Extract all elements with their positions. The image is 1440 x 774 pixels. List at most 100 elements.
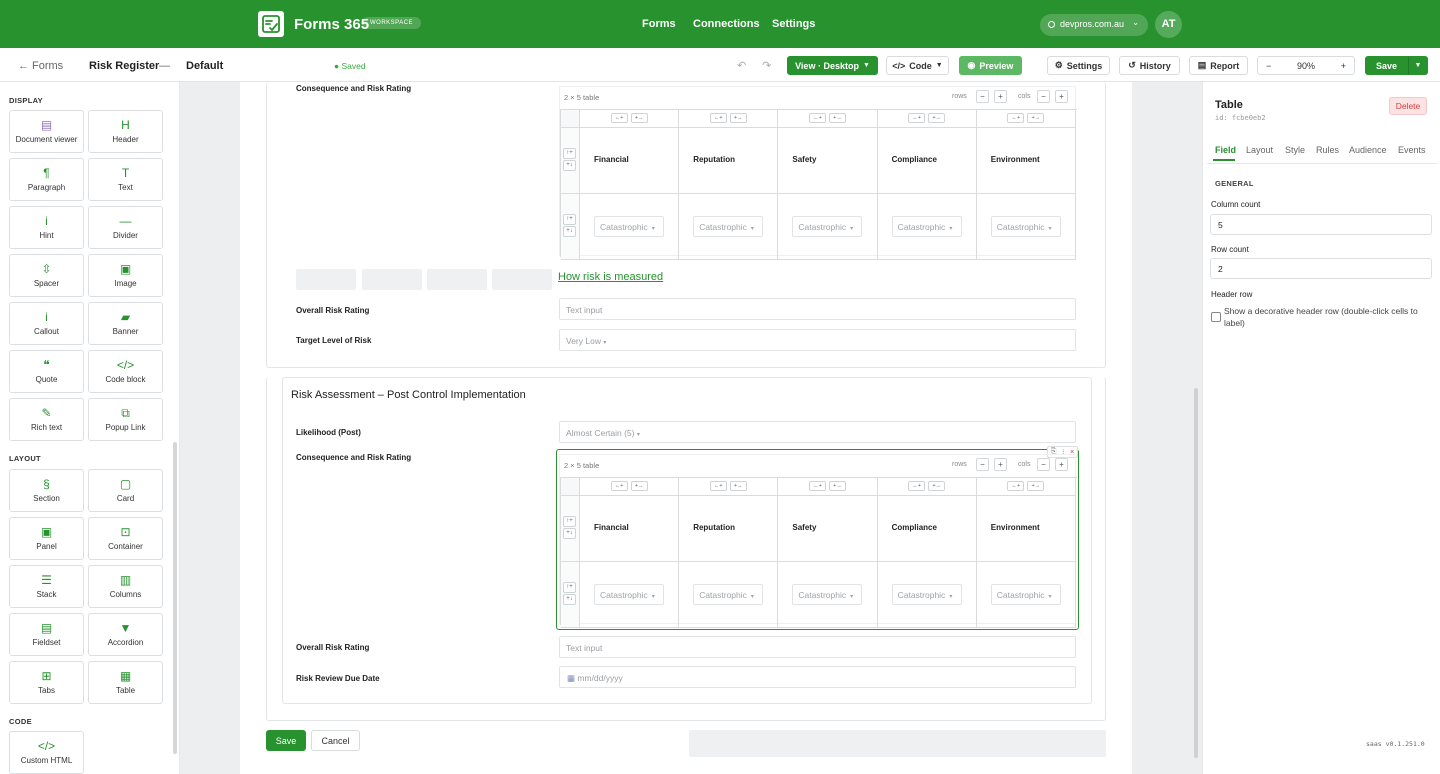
move-column-right-button[interactable]: +→ [928,113,946,123]
header-row-checkbox-label: Show a decorative header row (double-cli… [1224,306,1418,328]
move-column-left-button[interactable]: ←+ [908,113,926,123]
move-column-right-button[interactable]: +→ [1027,113,1045,123]
palette-item-header[interactable]: H Header [88,110,163,153]
sidebar-scrollbar[interactable] [173,442,177,754]
table-data-cell: Catastrophic ▾ [877,194,977,260]
nav-forms[interactable]: Forms [642,18,676,30]
save-button[interactable]: Save [1365,56,1408,75]
header-row-checkbox[interactable] [1211,312,1221,322]
preview-button[interactable]: ◉ Preview [959,56,1022,75]
app-logo-icon[interactable] [258,11,284,37]
rating-select[interactable]: Catastrophic ▾ [891,216,962,237]
delete-button[interactable]: Delete [1389,97,1427,115]
history-button[interactable]: ↺ History [1119,56,1180,75]
tab-style[interactable]: Style [1285,145,1305,155]
add-row-above-button[interactable]: ↑+ [563,214,576,225]
nav-connections[interactable]: Connections [693,18,760,30]
back-to-forms-link[interactable]: Forms [32,60,63,72]
palette-item-popup-link[interactable]: ⧉ Popup Link [88,398,163,441]
back-arrow-icon[interactable]: ← [18,60,29,72]
rating-select[interactable]: Catastrophic ▾ [990,216,1061,237]
move-column-right-button[interactable]: +→ [828,113,846,123]
zoom-in-button[interactable]: + [1341,61,1346,71]
add-row-below-button[interactable]: +↓ [563,226,576,237]
palette-item-section[interactable]: § Section [9,469,84,512]
rating-select[interactable]: Catastrophic ▾ [792,216,863,237]
add-row-button[interactable]: + [994,90,1007,103]
palette-item-card[interactable]: ▢ Card [88,469,163,512]
palette-item-hint[interactable]: i Hint [9,206,84,249]
zoom-out-button[interactable]: − [1266,61,1271,71]
row-count-input[interactable]: 2 [1210,258,1432,279]
palette-item-stack[interactable]: ☰ Stack [9,565,84,608]
tab-events[interactable]: Events [1398,145,1426,155]
palette-item-code-block[interactable]: </> Code block [88,350,163,393]
form-save-button[interactable]: Save [266,730,306,751]
palette-item-banner[interactable]: ▰ Banner [88,302,163,345]
move-column-right-button[interactable]: +→ [630,113,648,123]
palette-item-image[interactable]: ▣ Image [88,254,163,297]
view-desktop-button[interactable]: View · Desktop ▼ [787,56,878,75]
redo-icon[interactable]: ↷ [762,59,771,72]
add-row-below-button[interactable]: +↓ [563,160,576,171]
palette-item-panel[interactable]: ▣ Panel [9,517,84,560]
code-icon: </> [116,358,135,372]
overall-risk-input-pre[interactable]: Text input [559,298,1076,320]
palette-item-paragraph[interactable]: ¶ Paragraph [9,158,84,201]
palette-item-label: Code block [105,375,146,384]
undo-icon[interactable]: ↶ [737,59,746,72]
palette-item-container[interactable]: ⊡ Container [88,517,163,560]
rating-select[interactable]: Catastrophic ▾ [594,216,664,237]
tab-layout[interactable]: Layout [1246,145,1273,155]
column-move-controls: ←+ +→ [808,113,846,123]
save-options-button[interactable]: ▼ [1408,56,1428,75]
tab-rules[interactable]: Rules [1316,145,1339,155]
variant-name[interactable]: Default [186,60,223,72]
palette-item-rich-text[interactable]: ✎ Rich text [9,398,84,441]
code-button[interactable]: </> Code ▼ [886,56,949,75]
target-level-select[interactable]: Very Low ▾ [559,329,1076,351]
row-move-controls: ↑+ +↓ [563,148,578,172]
move-column-left-button[interactable]: ←+ [610,113,628,123]
remove-row-button[interactable]: − [976,90,989,103]
add-column-button[interactable]: + [1055,90,1068,103]
palette-item-accordion[interactable]: ▼ Accordion [88,613,163,656]
move-column-left-button[interactable]: ←+ [808,113,826,123]
palette-item-document-viewer[interactable]: ▤ Document viewer [9,110,84,153]
palette-item-tabs[interactable]: ⊞ Tabs [9,661,84,704]
tab-field[interactable]: Field [1215,145,1236,155]
palette-item-columns[interactable]: ▥ Columns [88,565,163,608]
palette-item-callout[interactable]: i Callout [9,302,84,345]
canvas-scrollbar[interactable] [1194,388,1198,758]
tab-audience[interactable]: Audience [1349,145,1387,155]
move-column-left-button[interactable]: ←+ [709,113,727,123]
rating-select[interactable]: Catastrophic ▾ [693,216,764,237]
add-row-above-button[interactable]: ↑+ [563,148,576,159]
palette-item-fieldset[interactable]: ▤ Fieldset [9,613,84,656]
how-risk-is-measured-link[interactable]: How risk is measured [558,271,663,283]
palette-item-divider[interactable]: — Divider [88,206,163,249]
move-column-right-button[interactable]: +→ [729,113,747,123]
palette-item-table[interactable]: ▦ Table [88,661,163,704]
form-cancel-button[interactable]: Cancel [311,730,360,751]
remove-column-button[interactable]: − [1037,90,1050,103]
rating-value: Catastrophic [600,222,648,232]
domain-switcher[interactable]: devpros.com.au ⌄ [1040,14,1148,36]
column-count-input[interactable]: 5 [1210,214,1432,235]
settings-button[interactable]: ⚙ Settings [1047,56,1110,75]
column-header-environment: Environment [990,155,1040,164]
palette-item-spacer[interactable]: ⇳ Spacer [9,254,84,297]
palette-item-label: Container [108,542,143,551]
user-avatar[interactable]: AT [1155,11,1182,38]
palette-item-text[interactable]: T Text [88,158,163,201]
document-icon: ▤ [40,118,53,132]
palette-item-quote[interactable]: ❝ Quote [9,350,84,393]
palette-item-label: Paragraph [27,183,66,192]
app-name: Forms 365 [294,16,370,33]
move-column-left-button[interactable]: ←+ [1007,113,1025,123]
report-button[interactable]: ▤ Report [1189,56,1248,75]
palette-item-label: Text [118,183,133,192]
palette-item-custom-html[interactable]: </> Custom HTML [9,731,84,774]
card-icon: ▢ [119,477,132,491]
nav-settings[interactable]: Settings [772,18,815,30]
